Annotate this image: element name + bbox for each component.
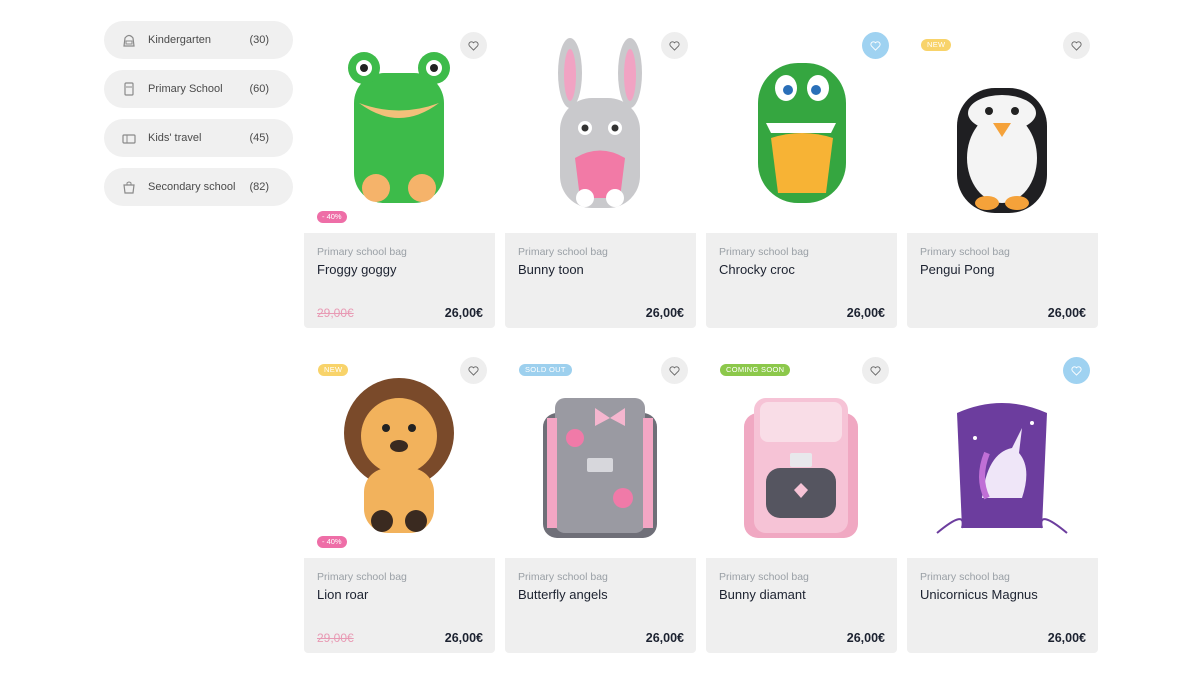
product-name[interactable]: Bunny toon	[518, 262, 584, 277]
backpack-icon	[120, 31, 138, 49]
product-card[interactable]: Primary school bag Bunny toon 26,00€	[505, 18, 696, 328]
product-info: Primary school bag Chrocky croc 26,00€	[706, 233, 897, 328]
favorite-button[interactable]	[460, 32, 487, 59]
frog-backpack-image	[348, 52, 450, 203]
favorite-button[interactable]	[862, 32, 889, 59]
new-badge: NEW	[921, 39, 952, 51]
favorite-button[interactable]	[862, 357, 889, 384]
category-label: Primary School	[148, 83, 223, 95]
product-card[interactable]: Primary school bag Chrocky croc 26,00€	[706, 18, 897, 328]
price: 26,00€	[1047, 306, 1086, 320]
favorite-button[interactable]	[1063, 357, 1090, 384]
product-image[interactable]: - 40%	[304, 18, 495, 233]
price: 26,00€	[846, 631, 885, 645]
suitcase-icon	[120, 129, 138, 147]
product-info: Primary school bag Bunny toon 26,00€	[505, 233, 696, 328]
product-kind: Primary school bag	[518, 246, 608, 258]
favorite-button[interactable]	[1063, 32, 1090, 59]
bunny-backpack-image	[558, 38, 642, 208]
product-image[interactable]: NEW - 40%	[304, 343, 495, 558]
category-sidebar: Kindergarten (30) Primary School (60) Ki…	[104, 21, 293, 217]
category-label: Secondary school	[148, 181, 236, 193]
product-info: Primary school bag Butterfly angels 26,0…	[505, 558, 696, 653]
coming-soon-badge: COMING SOON	[720, 364, 791, 376]
heart-icon	[1071, 365, 1082, 376]
product-kind: Primary school bag	[317, 246, 407, 258]
product-kind: Primary school bag	[920, 246, 1010, 258]
product-image[interactable]: COMING SOON	[706, 343, 897, 558]
category-kindergarten[interactable]: Kindergarten (30)	[104, 21, 293, 59]
product-image[interactable]: SOLD OUT	[505, 343, 696, 558]
school-bag-icon	[120, 80, 138, 98]
product-name[interactable]: Butterfly angels	[518, 587, 608, 602]
product-card[interactable]: SOLD OUT Primary school bag Butterfly an…	[505, 343, 696, 653]
category-count: (45)	[249, 132, 269, 144]
category-kids-travel[interactable]: Kids' travel (45)	[104, 119, 293, 157]
product-kind: Primary school bag	[719, 246, 809, 258]
favorite-button[interactable]	[460, 357, 487, 384]
product-info: Primary school bag Lion roar 29,00€ 26,0…	[304, 558, 495, 653]
product-kind: Primary school bag	[719, 571, 809, 583]
price: 26,00€	[444, 631, 483, 645]
product-info: Primary school bag Froggy goggy 29,00€ 2…	[304, 233, 495, 328]
category-count: (30)	[249, 34, 269, 46]
product-info: Primary school bag Pengui Pong 26,00€	[907, 233, 1098, 328]
product-name[interactable]: Unicornicus Magnus	[920, 587, 1038, 602]
product-kind: Primary school bag	[920, 571, 1010, 583]
heart-icon	[1071, 40, 1082, 51]
old-price: 29,00€	[317, 631, 354, 645]
product-card[interactable]: NEW Primary school bag Pengui Pong 26,00…	[907, 18, 1098, 328]
heart-icon	[468, 40, 479, 51]
price: 26,00€	[846, 306, 885, 320]
heart-icon	[870, 365, 881, 376]
product-info: Primary school bag Bunny diamant 26,00€	[706, 558, 897, 653]
product-card[interactable]: COMING SOON Primary school bag Bunny dia…	[706, 343, 897, 653]
product-name[interactable]: Bunny diamant	[719, 587, 806, 602]
pink-school-bag-image	[744, 398, 858, 538]
discount-badge: - 40%	[317, 536, 347, 548]
sold-out-badge: SOLD OUT	[519, 364, 572, 376]
product-name[interactable]: Froggy goggy	[317, 262, 397, 277]
category-primary-school[interactable]: Primary School (60)	[104, 70, 293, 108]
product-image[interactable]	[907, 343, 1098, 558]
product-name[interactable]: Chrocky croc	[719, 262, 795, 277]
product-kind: Primary school bag	[317, 571, 407, 583]
price: 26,00€	[645, 306, 684, 320]
new-badge: NEW	[318, 364, 349, 376]
category-count: (60)	[249, 83, 269, 95]
product-card[interactable]: - 40% Primary school bag Froggy goggy 29…	[304, 18, 495, 328]
penguin-backpack-image	[957, 88, 1047, 213]
favorite-button[interactable]	[661, 357, 688, 384]
category-count: (82)	[249, 181, 269, 193]
heart-icon	[468, 365, 479, 376]
category-label: Kids' travel	[148, 132, 202, 144]
old-price: 29,00€	[317, 306, 354, 320]
favorite-button[interactable]	[661, 32, 688, 59]
heart-icon	[669, 40, 680, 51]
heart-icon	[669, 365, 680, 376]
heart-icon	[870, 40, 881, 51]
product-name[interactable]: Pengui Pong	[920, 262, 994, 277]
category-secondary-school[interactable]: Secondary school (82)	[104, 168, 293, 206]
product-image[interactable]	[505, 18, 696, 233]
product-name[interactable]: Lion roar	[317, 587, 368, 602]
discount-badge: - 40%	[317, 211, 347, 223]
product-kind: Primary school bag	[518, 571, 608, 583]
category-label: Kindergarten	[148, 34, 211, 46]
unicorn-gym-bag-image	[936, 403, 1068, 534]
product-card[interactable]: Primary school bag Unicornicus Magnus 26…	[907, 343, 1098, 653]
product-image[interactable]: NEW	[907, 18, 1098, 233]
price: 26,00€	[444, 306, 483, 320]
product-image[interactable]	[706, 18, 897, 233]
product-card[interactable]: NEW - 40% Primary school bag Lion roar 2…	[304, 343, 495, 653]
crocodile-backpack-image	[758, 63, 846, 203]
butterfly-school-bag-image	[543, 398, 657, 538]
price: 26,00€	[645, 631, 684, 645]
price: 26,00€	[1047, 631, 1086, 645]
lion-backpack-image	[344, 378, 454, 533]
shopping-bag-icon	[120, 178, 138, 196]
product-info: Primary school bag Unicornicus Magnus 26…	[907, 558, 1098, 653]
